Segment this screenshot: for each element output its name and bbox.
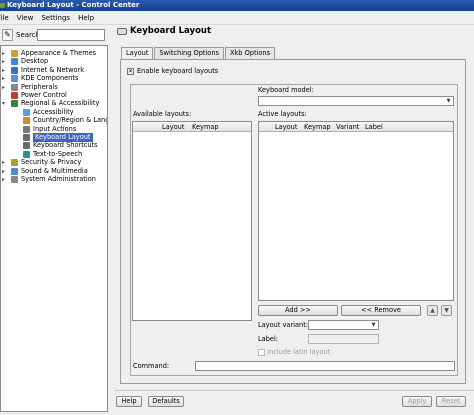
column-label[interactable]: Label (362, 122, 392, 131)
module-icon (23, 134, 30, 141)
module-icon (11, 75, 18, 83)
available-layouts-label: Available layouts: (133, 110, 192, 118)
defaults-button[interactable]: Defaults (148, 396, 184, 407)
search-input[interactable] (37, 29, 105, 41)
include-latin-label: Include latin layout (267, 348, 331, 356)
label-field-label: Label: (258, 335, 279, 343)
column-layout[interactable]: Layout (159, 122, 189, 131)
column-keymap[interactable]: Keymap (301, 122, 333, 131)
remove-layout-button[interactable]: << Remove (341, 305, 421, 316)
help-button[interactable]: Help (116, 396, 142, 407)
add-layout-button[interactable]: Add >> (258, 305, 338, 316)
active-layouts-list[interactable]: Layout Keymap Variant Label (258, 121, 454, 301)
module-icon (11, 167, 18, 175)
menu-file[interactable]: File (0, 14, 13, 22)
tab-bar: Layout Switching Options Xkb Options (121, 47, 276, 60)
layout-variant-label: Layout variant: (258, 321, 309, 329)
menu-help[interactable]: Help (74, 14, 98, 22)
column-variant[interactable]: Variant (333, 122, 362, 131)
module-icon (23, 142, 30, 150)
tree-item-label: System Administration (21, 175, 96, 183)
module-icon (11, 50, 18, 57)
module-icon (11, 176, 18, 183)
button-bar-separator (114, 390, 474, 391)
enable-layouts-checkbox[interactable]: ✕ (127, 68, 134, 75)
tab-switching-options[interactable]: Switching Options (154, 47, 224, 59)
module-icon (11, 58, 18, 66)
module-icon (11, 159, 18, 167)
app-icon (0, 3, 5, 8)
active-layouts-label: Active layouts: (258, 110, 307, 118)
chevron-down-icon: ▼ (371, 322, 376, 328)
module-icon (23, 150, 30, 158)
apply-button[interactable]: Apply (402, 396, 432, 407)
menu-bar: File View Settings Help (0, 11, 474, 25)
tab-xkb-options[interactable]: Xkb Options (224, 47, 276, 59)
expand-icon[interactable]: ▸ (2, 175, 5, 184)
column-layout[interactable]: Layout (272, 122, 301, 131)
active-layouts-header: Layout Keymap Variant Label (259, 122, 453, 132)
module-icon (11, 100, 18, 108)
move-up-icon[interactable]: ▲ (427, 305, 438, 316)
available-layouts-list[interactable]: Layout Keymap (132, 121, 252, 321)
move-down-icon[interactable]: ▼ (441, 305, 452, 316)
collapse-icon[interactable]: ▾ (2, 99, 5, 108)
title-bar: Keyboard Layout - Control Center (0, 0, 474, 11)
module-tree[interactable]: ▸ Appearance & Themes ▸ Desktop ▸ Internet & … (0, 45, 108, 412)
reset-button[interactable]: Reset (436, 396, 466, 407)
module-icon (23, 125, 30, 133)
module-icon (11, 83, 18, 91)
layout-variant-select[interactable]: ▼ (308, 320, 379, 330)
include-latin-checkbox[interactable] (258, 349, 265, 356)
module-icon (11, 92, 18, 99)
module-icon (23, 108, 30, 116)
label-input[interactable] (308, 334, 379, 344)
layout-tab-panel: ✕ Enable keyboard layouts Keyboard model… (120, 59, 466, 384)
module-icon (23, 117, 30, 125)
search-toolbar: ✎ Search: (0, 26, 110, 45)
enable-layouts-label: Enable keyboard layouts (137, 67, 219, 75)
column-keymap[interactable]: Keymap (189, 122, 229, 131)
layout-group: Keyboard model: ▼ Available layouts: Lay… (130, 84, 458, 376)
keyboard-model-select[interactable]: ▼ (258, 96, 454, 106)
expand-icon[interactable]: ▸ (2, 83, 5, 92)
keyboard-icon (117, 28, 127, 35)
clear-search-button[interactable]: ✎ (2, 29, 13, 41)
menu-settings[interactable]: Settings (37, 14, 74, 22)
chevron-down-icon: ▼ (446, 98, 451, 104)
window-title: Keyboard Layout - Control Center (7, 1, 140, 9)
module-icon (11, 66, 18, 74)
menu-view[interactable]: View (13, 14, 38, 22)
command-input[interactable] (195, 361, 455, 371)
available-layouts-header: Layout Keymap (133, 122, 251, 132)
page-title: Keyboard Layout (130, 26, 212, 36)
keyboard-model-label: Keyboard model: (258, 86, 314, 94)
command-label: Command: (133, 362, 170, 370)
